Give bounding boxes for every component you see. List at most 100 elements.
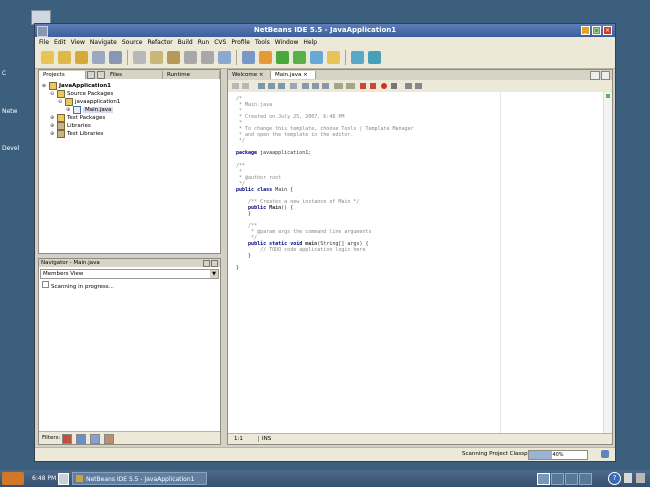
error-stripe[interactable] [603,92,612,433]
desktop-icon-label-devel[interactable]: Devel [2,145,34,152]
find-previous-icon[interactable] [268,83,275,89]
back-icon[interactable] [232,83,239,89]
tab-runtime[interactable]: Runtime [163,70,221,79]
workspace-3[interactable] [565,473,578,485]
record-icon[interactable] [381,83,387,89]
clean-build-icon[interactable] [259,51,272,64]
close-tab-icon[interactable]: × [259,72,264,78]
workspace-1[interactable] [537,473,550,485]
speaker-icon[interactable] [624,473,632,483]
tree-item-test-packages[interactable]: ⊕ Test Packages [50,114,105,122]
shift-right-icon[interactable] [346,83,355,89]
stop-macro-icon[interactable] [370,83,376,89]
find-selection-icon[interactable] [258,83,265,89]
code-area[interactable]: /* * Main.java * * Created on July 25, 2… [228,92,604,433]
netbeans-window: NetBeans IDE 5.5 - JavaApplication1 _ □ … [34,23,616,462]
next-bookmark-icon[interactable] [312,83,319,89]
step-icon[interactable] [310,51,323,64]
taskbar-window-button[interactable]: NetBeans IDE 5.5 - JavaApplication1 [72,472,207,485]
menu-navigate[interactable]: Navigate [90,39,117,46]
minimize-button[interactable]: _ [581,26,590,35]
menu-edit[interactable]: Edit [54,39,66,46]
start-macro-icon[interactable] [360,83,366,89]
workspace-4[interactable] [579,473,592,485]
find-icon[interactable] [218,51,231,64]
menu-file[interactable]: File [39,39,49,46]
tree-item-libraries[interactable]: ⊕ Libraries [50,122,91,130]
previous-bookmark-icon[interactable] [302,83,309,89]
navigator-minimize-icon[interactable] [203,260,210,267]
library-icon [57,130,65,138]
find-next-icon[interactable] [278,83,285,89]
desktop-icon-label-c[interactable]: C [2,70,34,77]
stop-icon[interactable] [391,83,397,89]
shift-left-icon[interactable] [334,83,343,89]
redo-icon[interactable] [201,51,214,64]
panel-minimize-icon[interactable] [87,70,96,79]
network-icon[interactable] [636,473,645,483]
show-desktop-icon[interactable] [58,473,69,485]
maximize-button[interactable]: □ [592,26,601,35]
menu-tools[interactable]: Tools [255,39,270,46]
new-project-icon[interactable] [41,51,54,64]
toggle-highlight-icon[interactable] [290,83,297,89]
menu-window[interactable]: Window [275,39,299,46]
navigator-panel: Navigator - Main.java Members View ▼ Sca… [38,258,221,445]
build-icon[interactable] [242,51,255,64]
undo-icon[interactable] [184,51,197,64]
menu-build[interactable]: Build [178,39,193,46]
editor-tabstrip: Welcome × Main.java × [228,70,612,80]
menu-cvs[interactable]: CVS [214,39,226,46]
comment-icon[interactable] [405,83,412,89]
navigator-close-icon[interactable] [211,260,218,267]
filter-nonpublic-icon[interactable] [90,434,100,444]
menu-profile[interactable]: Profile [231,39,250,46]
panel-close-icon[interactable] [97,70,105,79]
uncomment-icon[interactable] [415,83,422,89]
tab-main-java[interactable]: Main.java × [271,71,316,79]
menu-view[interactable]: View [71,39,85,46]
forward-icon[interactable] [242,83,249,89]
start-menu-icon[interactable] [2,472,24,485]
paste-icon[interactable] [167,51,180,64]
attach-icon[interactable] [327,51,340,64]
profile-icon[interactable] [351,51,364,64]
menu-help[interactable]: Help [303,39,317,46]
save-all-icon[interactable] [109,51,122,64]
chevron-down-icon[interactable]: ▼ [210,270,218,278]
desktop-icon-label-network[interactable]: Netw [2,108,34,115]
tree-item-source-packages[interactable]: ⊖ Source Packages [50,90,113,98]
tab-list-icon[interactable] [601,71,610,80]
tree-item-project[interactable]: ⊖ JavaApplication1 [42,82,111,90]
open-project-icon[interactable] [75,51,88,64]
tree-item-main-java[interactable]: ⊕ Main.java [66,106,114,114]
save-icon[interactable] [92,51,105,64]
workspace-2[interactable] [551,473,564,485]
filter-static-icon[interactable] [76,434,86,444]
tab-files[interactable]: Files [106,70,163,79]
close-button[interactable]: × [603,26,612,35]
new-file-icon[interactable] [58,51,71,64]
tab-projects[interactable]: Projects [39,70,87,79]
filter-fields-icon[interactable] [62,434,72,444]
menu-refactor[interactable]: Refactor [147,39,172,46]
netbeans-taskbar-icon [76,475,83,482]
tree-item-test-libraries[interactable]: ⊕ Test Libraries [50,130,103,138]
tab-welcome[interactable]: Welcome × [228,71,271,79]
filter-inherited-icon[interactable] [104,434,114,444]
debug-icon[interactable] [293,51,306,64]
cancel-scan-icon[interactable] [601,450,609,458]
members-view-select[interactable]: Members View ▼ [40,269,219,279]
tab-scroll-icon[interactable] [590,71,600,80]
window-titlebar[interactable]: NetBeans IDE 5.5 - JavaApplication1 _ □ … [35,24,615,37]
tree-item-package[interactable]: ⊖ javaapplication1 [58,98,120,106]
close-tab-icon[interactable]: × [303,72,308,78]
toggle-bookmark-icon[interactable] [322,83,329,89]
help-icon[interactable]: ? [608,472,621,485]
profile-attach-icon[interactable] [368,51,381,64]
menu-source[interactable]: Source [122,39,143,46]
menu-run[interactable]: Run [198,39,210,46]
copy-icon[interactable] [150,51,163,64]
run-icon[interactable] [276,51,289,64]
cut-icon[interactable] [133,51,146,64]
